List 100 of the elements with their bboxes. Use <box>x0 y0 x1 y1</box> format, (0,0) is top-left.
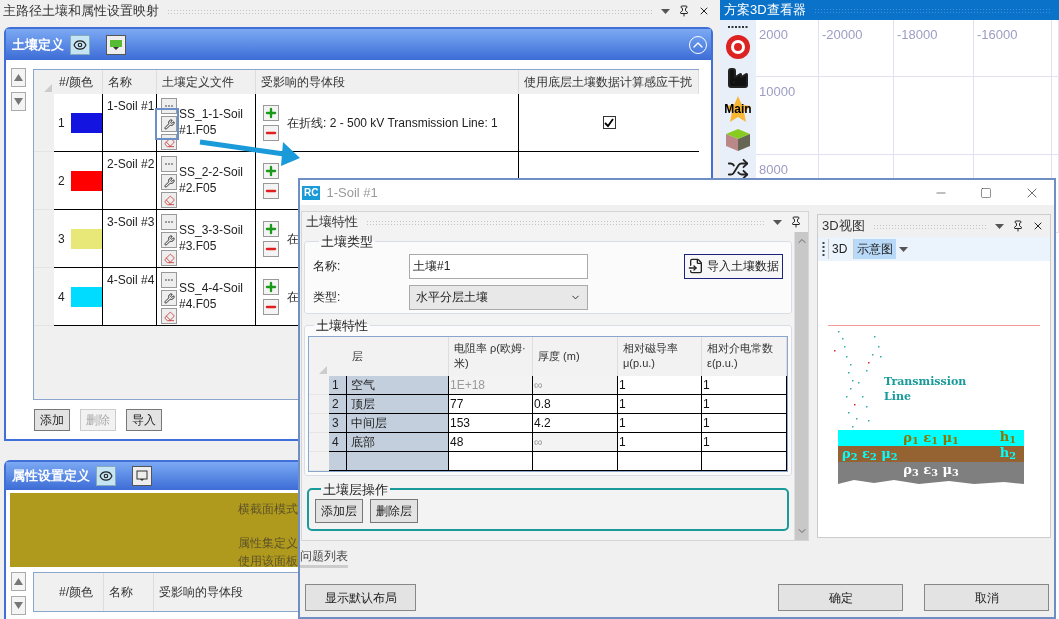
dropdown-icon[interactable] <box>773 219 782 225</box>
remove-segment-button[interactable] <box>263 182 279 199</box>
dock-title: 3D视图 <box>822 217 865 236</box>
layer-action-button[interactable]: 添加层 <box>315 499 363 523</box>
column-header[interactable]: 电阻率 ρ(欧姆·米) <box>449 336 533 376</box>
dropdown-icon[interactable] <box>661 8 670 14</box>
file-name: SS_4-4-Soil #4.F05 <box>179 280 245 313</box>
browse-button[interactable] <box>161 156 177 172</box>
group-title: 土壤类型 <box>320 233 374 251</box>
attribute-set-button[interactable] <box>132 466 152 486</box>
action-button[interactable]: 导入 <box>126 409 162 431</box>
move-down-button[interactable] <box>11 92 26 111</box>
default-layout-button[interactable]: 显示默认布局 <box>305 584 416 611</box>
add-segment-button[interactable] <box>263 278 279 295</box>
file-name: SS_1-1-Soil #1.F05 <box>179 106 245 139</box>
panel-title: 属性设置定义 <box>12 467 90 486</box>
dock-title: 土壤特性 <box>306 213 358 232</box>
banner-text: 属性集定义 <box>238 535 298 552</box>
move-down-button[interactable] <box>11 596 26 615</box>
close-icon[interactable] <box>1032 220 1044 232</box>
eraser-button[interactable] <box>161 308 177 324</box>
axis-label: -20000 <box>822 27 863 42</box>
move-up-button[interactable] <box>11 572 26 591</box>
dialog-title: 1-Soil #1 <box>326 183 378 202</box>
eye-button[interactable] <box>96 466 116 486</box>
checkbox[interactable] <box>602 116 616 129</box>
soil-layer-button[interactable] <box>106 34 126 55</box>
row-number: 2 <box>58 172 65 190</box>
cancel-button[interactable]: 取消 <box>924 584 1049 611</box>
column-header[interactable]: 相对磁导率 μ(p.u.) <box>618 336 702 376</box>
layer-action-button[interactable]: 删除层 <box>370 499 418 523</box>
column-header[interactable]: 厚度 (m) <box>533 336 618 376</box>
banner-text: 横截面模式 <box>238 501 298 518</box>
eraser-button[interactable] <box>161 250 177 266</box>
panel-title: 土壤定义 <box>12 35 64 54</box>
main-star-icon[interactable]: Main <box>722 96 754 122</box>
dropdown-icon[interactable] <box>995 223 1004 229</box>
wrench-button[interactable] <box>161 232 177 248</box>
type-select[interactable]: 水平分层土壤 <box>409 284 588 310</box>
problems-tab[interactable]: 问题列表 <box>300 547 348 565</box>
wrench-icon <box>163 176 175 188</box>
column-header[interactable]: 名称 <box>104 573 154 611</box>
eraser-button[interactable] <box>161 192 177 208</box>
target-icon[interactable] <box>725 34 751 60</box>
move-up-button[interactable] <box>11 68 26 87</box>
soil-layer-icon <box>109 38 123 51</box>
app-icon: RC <box>302 185 321 200</box>
conductor-text: 在 <box>287 288 299 306</box>
pin-icon[interactable] <box>1012 220 1024 232</box>
action-button[interactable]: 添加 <box>34 409 70 431</box>
wrench-button[interactable] <box>161 116 177 132</box>
row-number: 3 <box>58 230 65 248</box>
axis-label: 2000 <box>759 27 788 42</box>
browse-button[interactable] <box>161 272 177 288</box>
plus-icon <box>264 279 278 294</box>
tag-icon <box>136 470 148 482</box>
overflow-icon[interactable] <box>899 246 909 252</box>
conductor-text: 在折线: 2 - 500 kV Transmission Line: 1 <box>287 114 498 132</box>
group-title: 土壤层操作 <box>322 480 389 499</box>
remove-segment-button[interactable] <box>263 298 279 315</box>
eye-button[interactable] <box>70 34 90 55</box>
table-cell: 3-Soil #3 <box>103 210 157 268</box>
up-arrow-icon <box>14 74 23 81</box>
ok-button[interactable]: 确定 <box>778 584 903 611</box>
add-segment-button[interactable] <box>263 104 279 121</box>
factory-icon[interactable] <box>726 66 750 90</box>
down-arrow-icon <box>14 98 23 105</box>
wrench-button[interactable] <box>161 174 177 190</box>
down-arrow-icon <box>14 602 23 609</box>
plus-icon <box>264 221 278 236</box>
layer-label: ρ$_{1}$ ε$_{1}$ μ$_{1}$ <box>903 431 959 445</box>
add-segment-button[interactable] <box>263 162 279 179</box>
eraser-icon <box>163 194 175 206</box>
plus-icon <box>264 105 278 120</box>
check-icon <box>604 117 614 128</box>
remove-segment-button[interactable] <box>263 240 279 257</box>
column-header[interactable]: 层 <box>347 336 449 376</box>
name-field[interactable]: 土壤#1 <box>409 253 588 279</box>
plus-icon <box>264 163 278 178</box>
view-tab[interactable]: 示意图 <box>853 239 897 259</box>
column-header[interactable]: #/颜色 <box>54 573 104 611</box>
column-header[interactable]: 相对介电常数ε(p.u.) <box>702 336 787 376</box>
axis-label: -18000 <box>897 27 938 42</box>
remove-segment-button[interactable] <box>263 124 279 141</box>
maximize-icon[interactable] <box>980 186 992 199</box>
eye-icon <box>73 37 87 52</box>
pin-icon[interactable] <box>678 5 690 17</box>
wrench-icon <box>163 234 175 246</box>
group-title: 土壤特性 <box>315 317 369 335</box>
banner-text: 使用该面板 <box>238 553 298 570</box>
pin-icon[interactable] <box>790 216 802 228</box>
soil-cube-icon[interactable] <box>725 128 751 152</box>
view-tab[interactable]: 3D <box>828 239 851 259</box>
import-soil-button[interactable]: 导入土壤数据 <box>684 253 783 279</box>
add-segment-button[interactable] <box>263 220 279 237</box>
close-icon[interactable] <box>698 5 710 17</box>
browse-button[interactable] <box>161 214 177 230</box>
eraser-icon <box>163 252 175 264</box>
row-number: 4 <box>58 288 65 306</box>
wrench-button[interactable] <box>161 290 177 306</box>
